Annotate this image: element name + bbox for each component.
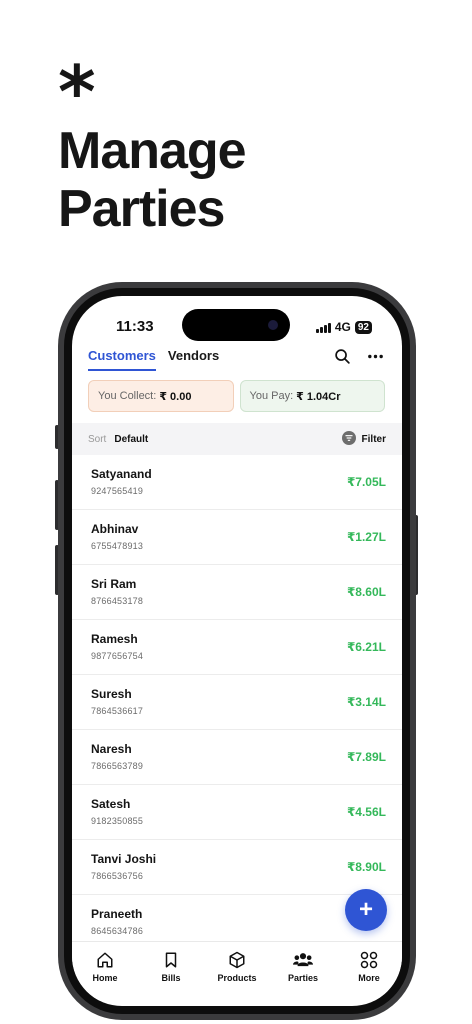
- box-icon: [229, 951, 245, 969]
- party-balance: ₹7.89L: [346, 750, 386, 764]
- sort-dropdown[interactable]: Default: [114, 434, 148, 445]
- nav-more-label: More: [358, 973, 380, 983]
- filter-icon: [341, 430, 356, 448]
- network-type: 4G: [334, 320, 351, 334]
- balance-summary: You Collect: ₹ 0.00 You Pay: ₹ 1.04Cr: [88, 380, 385, 412]
- status-indicators: 4G 92: [315, 320, 372, 334]
- party-balance: ₹8.60L: [346, 585, 386, 599]
- bottom-navigation: Home Bills Products Parties More: [72, 941, 402, 1001]
- you-pay-card[interactable]: You Pay: ₹ 1.04Cr: [239, 380, 385, 412]
- phone-rim: 11:33 4G 92 Customers Vendors You Collec…: [64, 288, 410, 1014]
- nav-more[interactable]: More: [339, 951, 399, 1001]
- you-collect-card[interactable]: You Collect: ₹ 0.00: [88, 380, 234, 412]
- sort-filter-bar: Sort Default Filter: [72, 423, 402, 455]
- nav-products[interactable]: Products: [207, 951, 267, 1001]
- battery-icon: 92: [354, 320, 372, 334]
- tab-vendors[interactable]: Vendors: [168, 348, 219, 371]
- nav-bills[interactable]: Bills: [141, 951, 201, 1001]
- camera-icon: [268, 320, 278, 330]
- header-actions: [334, 348, 384, 370]
- party-row[interactable]: Satyanand 9247565419 ₹7.05L: [72, 455, 402, 510]
- party-row[interactable]: Satesh 9182350855 ₹4.56L: [72, 785, 402, 840]
- party-row[interactable]: Suresh 7864536617 ₹3.14L: [72, 675, 402, 730]
- tab-customers[interactable]: Customers: [88, 348, 156, 371]
- nav-home[interactable]: Home: [75, 951, 135, 1001]
- party-balance: ₹4.56L: [346, 805, 386, 819]
- filter-button[interactable]: Filter: [341, 430, 386, 448]
- party-type-tabs: Customers Vendors: [88, 348, 219, 371]
- party-balance: ₹7.05L: [346, 475, 386, 489]
- bookmark-icon: [165, 952, 177, 968]
- pay-label: You Pay:: [249, 390, 294, 402]
- phone-frame: 11:33 4G 92 Customers Vendors You Collec…: [58, 282, 416, 1020]
- more-horizontal-icon[interactable]: [367, 348, 384, 370]
- users-icon: [293, 953, 313, 967]
- party-row[interactable]: Sri Ram 8766453178 ₹8.60L: [72, 565, 402, 620]
- party-balance: ₹3.14L: [346, 695, 386, 709]
- filter-label: Filter: [361, 433, 386, 445]
- phone-screen: 11:33 4G 92 Customers Vendors You Collec…: [72, 296, 402, 1006]
- search-icon[interactable]: [334, 348, 351, 370]
- party-balance: ₹8.90L: [346, 860, 386, 874]
- party-row[interactable]: Naresh 7866563789 ₹7.89L: [72, 730, 402, 785]
- sort-label: Sort: [88, 433, 107, 445]
- add-party-button[interactable]: +: [345, 889, 387, 931]
- pay-amount: ₹ 1.04Cr: [296, 390, 341, 403]
- collect-label: You Collect:: [98, 390, 157, 402]
- hero: * Manage Parties: [58, 50, 318, 238]
- nav-home-label: Home: [92, 973, 118, 983]
- status-bar: 11:33 4G 92: [72, 296, 402, 341]
- party-balance: ₹6.21L: [346, 640, 386, 654]
- hero-asterisk: *: [58, 50, 96, 134]
- signal-icon: [315, 322, 331, 333]
- grid-icon: [360, 951, 378, 969]
- dynamic-island: [182, 309, 290, 341]
- nav-parties-label: Parties: [287, 973, 319, 983]
- hero-title: Manage Parties: [58, 122, 247, 238]
- party-list: Satyanand 9247565419 ₹7.05L Abhinav 6755…: [72, 455, 402, 950]
- party-row[interactable]: Ramesh 9877656754 ₹6.21L: [72, 620, 402, 675]
- collect-amount: ₹ 0.00: [159, 390, 192, 403]
- nav-bills-label: Bills: [161, 973, 181, 983]
- party-row[interactable]: Tanvi Joshi 7866536756 ₹8.90L: [72, 840, 402, 895]
- home-icon: [97, 952, 113, 968]
- party-balance: ₹1.27L: [346, 530, 386, 544]
- nav-products-label: Products: [217, 973, 257, 983]
- nav-parties[interactable]: Parties: [273, 951, 333, 1001]
- party-row[interactable]: Abhinav 6755478913 ₹1.27L: [72, 510, 402, 565]
- status-time: 11:33: [116, 318, 154, 335]
